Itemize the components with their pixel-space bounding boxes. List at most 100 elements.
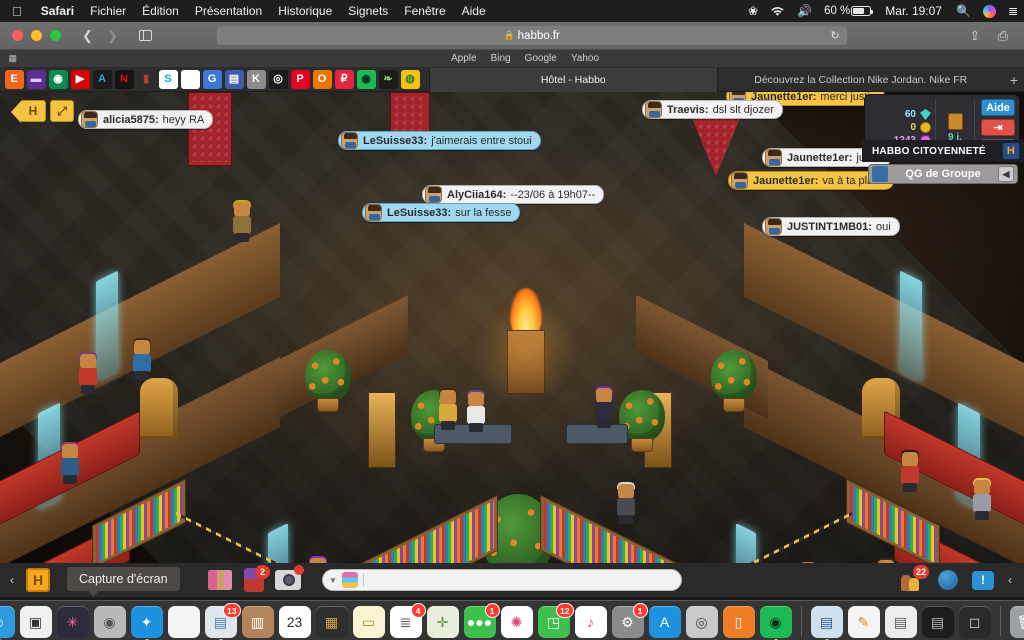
maps-icon[interactable]: ✛: [426, 606, 459, 638]
numbers-icon[interactable]: ▦: [315, 606, 348, 638]
favorite-bing[interactable]: Bing: [491, 53, 511, 64]
spotify-icon[interactable]: ◉: [356, 70, 376, 89]
room-navigator-button[interactable]: [934, 566, 962, 594]
toolbar-collapse-button[interactable]: ‹: [6, 573, 18, 587]
tab-overview-icon[interactable]: ⎙: [994, 28, 1012, 44]
bluetooth-icon[interactable]: ❀: [742, 4, 764, 18]
zoom-window-button[interactable]: [50, 30, 61, 41]
menu-item-aide[interactable]: Aide: [454, 4, 494, 18]
spotify-dock-icon[interactable]: ◉: [759, 606, 792, 640]
diamonds-row[interactable]: 60: [869, 109, 931, 120]
wallet-icon[interactable]: ▬: [26, 70, 46, 89]
furni-inventory-button[interactable]: [206, 566, 234, 594]
messages-icon[interactable]: ●●● 1: [463, 603, 500, 638]
photos-preview-icon[interactable]: ▤ 13: [204, 603, 241, 640]
pages-icon[interactable]: ✎: [847, 606, 880, 638]
menu-item-signets[interactable]: Signets: [340, 4, 396, 18]
alert-button[interactable]: !: [969, 566, 997, 594]
chat-bubble[interactable]: AlyCiia164: --23/06 à 19h07--: [422, 185, 605, 204]
safari-icon[interactable]: ✦: [130, 606, 163, 640]
coin-icon[interactable]: ◍: [400, 70, 420, 89]
avatar-room-1[interactable]: [76, 352, 100, 394]
credits-row[interactable]: 0: [869, 122, 931, 133]
avatar-room-2[interactable]: [130, 338, 154, 380]
etsy-icon[interactable]: E: [4, 70, 24, 89]
chat-bubble[interactable]: JUSTINT1MB01: oui: [762, 217, 900, 236]
chat-input[interactable]: [368, 573, 675, 587]
trash-icon[interactable]: 🗑: [1009, 606, 1024, 638]
battery-status[interactable]: 60 %: [818, 5, 877, 17]
avatar-room-13[interactable]: [898, 450, 922, 492]
system-preferences-icon[interactable]: ⚙ 1: [611, 603, 648, 638]
finder-icon[interactable]: ☺: [0, 606, 15, 640]
volume-icon[interactable]: 🔊: [791, 4, 818, 18]
teleport-door-right-1[interactable]: [900, 270, 922, 382]
itunes-icon[interactable]: ♪: [574, 606, 607, 638]
odnoklassniki-icon[interactable]: O: [312, 70, 332, 89]
menu-item-historique[interactable]: Historique: [270, 4, 340, 18]
facetime-icon[interactable]: ◳ 12: [537, 603, 574, 638]
habbo-badge-icon[interactable]: H: [1002, 142, 1020, 160]
menu-bar-clock[interactable]: Mar. 19:07: [877, 4, 950, 18]
photos-icon[interactable]: ✺: [500, 606, 533, 638]
camera-button[interactable]: [274, 565, 304, 594]
kijiji-icon[interactable]: K: [246, 70, 266, 89]
favorite-apple[interactable]: Apple: [451, 53, 477, 64]
menu-item-edition[interactable]: Édition: [134, 4, 187, 18]
tab-nike[interactable]: Découvrez la Collection Nike Jordan. Nik…: [716, 67, 1005, 92]
fullscreen-button[interactable]: ⤢: [50, 100, 74, 122]
downloads-stack-icon[interactable]: ◻: [958, 606, 991, 638]
apple-logo-icon[interactable]: : [0, 5, 33, 18]
ibooks-icon[interactable]: ▯: [722, 606, 755, 638]
chat-input-area[interactable]: ▼: [322, 569, 682, 591]
word-icon[interactable]: ▤: [810, 606, 843, 640]
avatar-room-6[interactable]: [592, 386, 616, 428]
netflix-icon[interactable]: N: [114, 70, 134, 89]
drive-icon[interactable]: ▤: [224, 70, 244, 89]
habbo-home-toolbar-button[interactable]: H: [24, 566, 52, 594]
menu-item-presentation[interactable]: Présentation: [187, 4, 270, 18]
group-hq-bar[interactable]: QG de Groupe ◀: [868, 164, 1018, 184]
skype-icon[interactable]: S: [158, 70, 178, 89]
menu-item-fichier[interactable]: Fichier: [82, 4, 134, 18]
spotlight-search-icon[interactable]: 🔍: [950, 4, 977, 18]
siri-icon[interactable]: [977, 4, 1002, 18]
address-bar[interactable]: 🔒 habbo.fr ↻: [216, 26, 847, 45]
notes-icon[interactable]: ▭: [352, 606, 385, 638]
avatar-room-7[interactable]: [614, 482, 638, 524]
avatar-room-15[interactable]: [970, 478, 994, 520]
app-store-icon[interactable]: A: [648, 606, 681, 638]
screenshot-icon[interactable]: ▣: [19, 606, 52, 638]
launchpad-icon[interactable]: ◉: [93, 606, 126, 638]
avatar-room-14[interactable]: [58, 442, 82, 484]
terminal-window-icon[interactable]: ▤: [921, 606, 954, 638]
chevron-down-icon[interactable]: ▼: [329, 576, 337, 585]
chat-bubble[interactable]: LeSuisse33: sur la fesse: [362, 203, 521, 222]
minimize-window-button[interactable]: [31, 30, 42, 41]
youtube-icon[interactable]: ▶: [70, 70, 90, 89]
close-window-button[interactable]: [12, 30, 23, 41]
disk-utility-icon[interactable]: ◎: [685, 606, 718, 638]
leaf-icon[interactable]: ❧: [378, 70, 398, 89]
asos-icon[interactable]: A: [92, 70, 112, 89]
group-hq-collapse-button[interactable]: ◀: [998, 166, 1014, 182]
avatar-room-3[interactable]: [230, 200, 254, 242]
tab-habbo[interactable]: Hôtel - Habbo: [429, 67, 717, 92]
avatar-room-5[interactable]: [464, 390, 488, 432]
reload-icon[interactable]: ↻: [830, 29, 839, 42]
menu-item-fenetre[interactable]: Fenêtre: [396, 4, 453, 18]
chat-bubble-style-icon[interactable]: [341, 572, 358, 588]
logout-button[interactable]: ⇥: [981, 119, 1015, 136]
apps-grid-icon[interactable]: ▦: [0, 53, 26, 64]
reminders-icon[interactable]: ≣ 4: [389, 603, 426, 638]
vinted-icon[interactable]: ₽: [334, 70, 354, 89]
avatar-room-4[interactable]: [436, 388, 460, 430]
new-tab-button[interactable]: +: [1004, 72, 1024, 88]
habbo-home-button[interactable]: H: [11, 100, 46, 123]
france-icon[interactable]: [180, 70, 200, 89]
chat-bubble[interactable]: Traevis: dsl slt djozer: [642, 100, 783, 119]
friends-button[interactable]: 22: [899, 565, 929, 594]
chat-bubble[interactable]: LeSuisse33: j'aimerais entre stoui: [338, 131, 541, 150]
toolbar-expand-button[interactable]: ‹: [1004, 573, 1016, 587]
favorite-yahoo[interactable]: Yahoo: [571, 53, 599, 64]
